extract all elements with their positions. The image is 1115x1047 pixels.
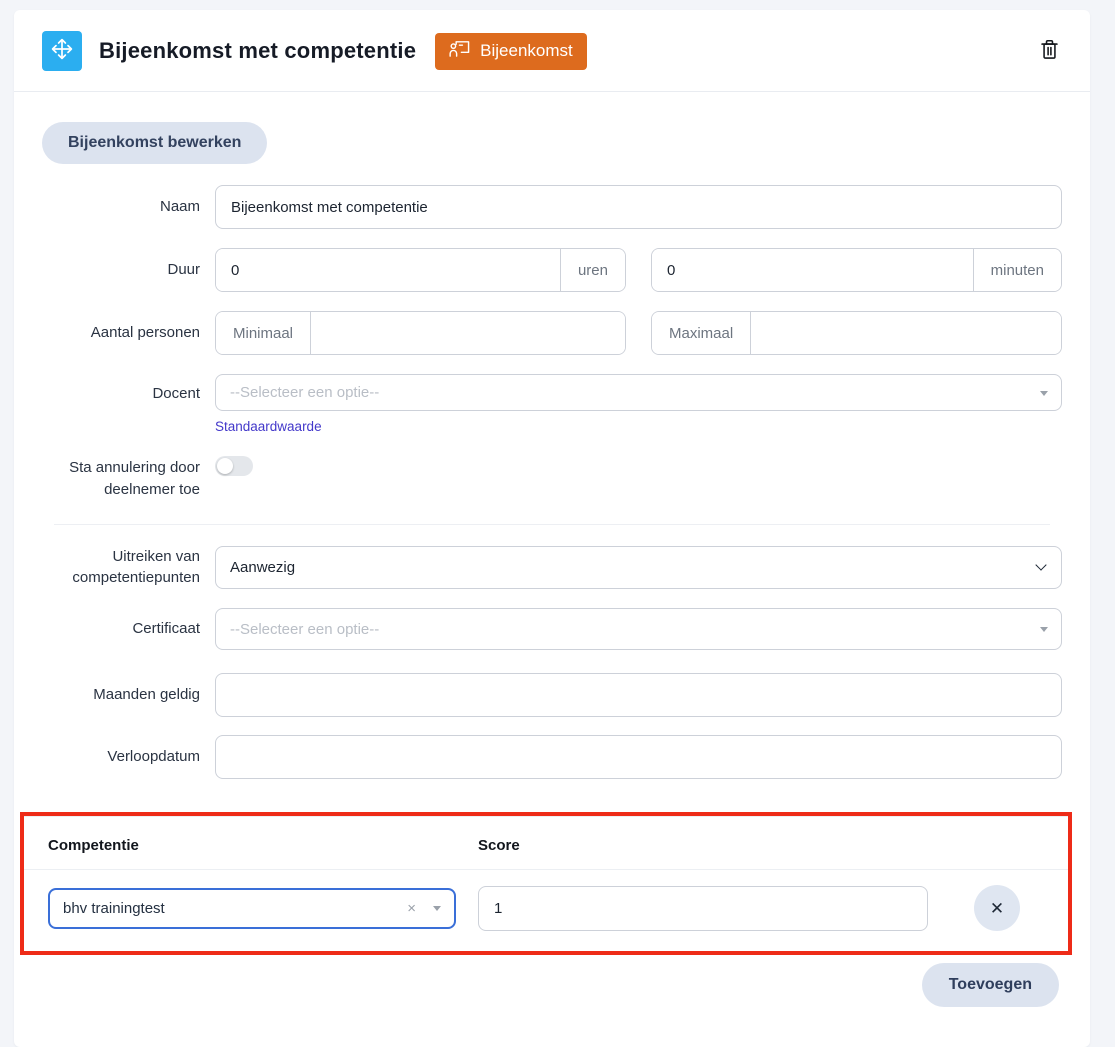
docent-field: --Selecteer een optie-- Standaardwaarde: [215, 374, 1062, 436]
type-badge-label: Bijeenkomst: [480, 41, 573, 61]
row-maanden-geldig: Maanden geldig: [42, 673, 1062, 717]
verloopdatum-input[interactable]: [215, 735, 1062, 779]
presentation-icon: [449, 40, 470, 63]
duur-fields: uren minuten: [215, 248, 1062, 292]
competentie-selected-value: bhv trainingtest: [63, 900, 165, 917]
tab-bijeenkomst-bewerken[interactable]: Bijeenkomst bewerken: [42, 122, 267, 164]
delete-bijeenkomst-button[interactable]: [1035, 34, 1064, 68]
card-header: Bijeenkomst met competentie Bijeenkomst: [14, 10, 1090, 92]
actions-bar: Toevoegen: [42, 963, 1062, 1007]
maximaal-group: Maximaal: [651, 311, 1062, 355]
toevoegen-button[interactable]: Toevoegen: [922, 963, 1059, 1007]
remove-competentie-button[interactable]: ✕: [974, 885, 1020, 931]
maanden-geldig-label: Maanden geldig: [42, 684, 200, 706]
duur-minuten-suffix: minuten: [973, 249, 1061, 291]
certificaat-placeholder: --Selecteer een optie--: [230, 621, 379, 638]
competentiepunten-select[interactable]: Aanwezig: [215, 546, 1062, 589]
duur-label: Duur: [42, 259, 200, 281]
minimaal-input[interactable]: [311, 312, 625, 354]
column-header-score: Score: [478, 837, 928, 854]
maximaal-input[interactable]: [751, 312, 1061, 354]
page-title: Bijeenkomst met competentie: [99, 38, 416, 64]
aantal-personen-fields: Minimaal Maximaal: [215, 311, 1062, 355]
bijeenkomst-card: Bijeenkomst met competentie Bijeenkomst: [14, 10, 1090, 1047]
row-verloopdatum: Verloopdatum: [42, 735, 1062, 779]
naam-label: Naam: [42, 196, 200, 218]
clear-selection-icon[interactable]: ×: [407, 901, 416, 916]
chevron-down-icon: [1040, 627, 1048, 632]
annulering-toggle[interactable]: [215, 456, 253, 476]
section-divider: [54, 524, 1050, 525]
maximaal-prefix: Maximaal: [652, 312, 751, 354]
card-body: Bijeenkomst bewerken Naam Duur uren minu…: [14, 92, 1090, 1047]
row-certificaat: Certificaat --Selecteer een optie--: [42, 608, 1062, 650]
duur-uren-suffix: uren: [560, 249, 625, 291]
minimaal-prefix: Minimaal: [216, 312, 311, 354]
annulering-field: [215, 455, 1062, 481]
column-header-competentie: Competentie: [48, 837, 456, 854]
competenties-highlight-box: Competentie Score bhv trainingtest × ✕: [20, 812, 1072, 955]
minimaal-group: Minimaal: [215, 311, 626, 355]
docent-placeholder: --Selecteer een optie--: [230, 384, 379, 401]
row-docent: Docent --Selecteer een optie-- Standaard…: [42, 374, 1062, 436]
competentie-select[interactable]: bhv trainingtest ×: [48, 888, 456, 929]
row-competentiepunten: Uitreiken van competentiepunten Aanwezig: [42, 546, 1062, 590]
move-icon: [49, 36, 75, 67]
duur-minuten-input[interactable]: [652, 249, 973, 291]
close-icon: ✕: [990, 900, 1004, 917]
naam-input[interactable]: [215, 185, 1062, 229]
duur-uren-group: uren: [215, 248, 626, 292]
docent-label: Docent: [42, 374, 200, 405]
row-duur: Duur uren minuten: [42, 248, 1062, 292]
verloopdatum-label: Verloopdatum: [42, 746, 200, 768]
drag-handle[interactable]: [42, 31, 82, 71]
competentiepunten-field: Aanwezig: [215, 546, 1062, 589]
trash-icon: [1039, 38, 1060, 64]
maanden-geldig-input[interactable]: [215, 673, 1062, 717]
competentiepunten-label: Uitreiken van competentiepunten: [42, 546, 200, 590]
row-naam: Naam: [42, 185, 1062, 229]
score-input[interactable]: [478, 886, 928, 931]
competentie-row: bhv trainingtest × ✕: [24, 870, 1068, 951]
column-header-actions: [950, 837, 1044, 854]
competenties-header: Competentie Score: [24, 816, 1068, 869]
duur-uren-input[interactable]: [216, 249, 560, 291]
toggle-knob: [217, 458, 233, 474]
certificaat-label: Certificaat: [42, 618, 200, 640]
standaardwaarde-link[interactable]: Standaardwaarde: [215, 419, 322, 434]
row-aantal-personen: Aantal personen Minimaal Maximaal: [42, 311, 1062, 355]
aantal-personen-label: Aantal personen: [42, 322, 200, 344]
annulering-label: Sta annulering door deelnemer toe: [42, 455, 200, 501]
chevron-down-icon: [433, 906, 441, 911]
chevron-down-icon: [1040, 391, 1048, 396]
type-badge: Bijeenkomst: [435, 33, 587, 70]
certificaat-select[interactable]: --Selecteer een optie--: [215, 608, 1062, 650]
docent-select[interactable]: --Selecteer een optie--: [215, 374, 1062, 411]
row-annulering: Sta annulering door deelnemer toe: [42, 455, 1062, 501]
duur-minuten-group: minuten: [651, 248, 1062, 292]
